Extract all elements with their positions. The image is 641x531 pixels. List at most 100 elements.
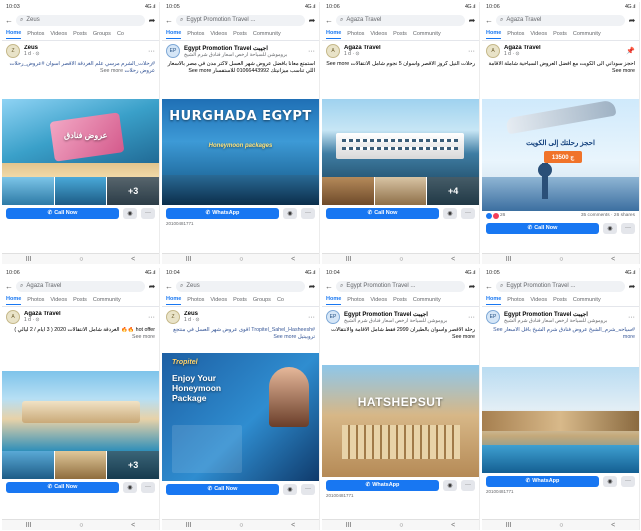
tab-community[interactable]: Co xyxy=(277,297,284,303)
avatar[interactable]: A xyxy=(326,44,340,58)
back-icon[interactable]: < xyxy=(131,256,135,263)
thumbnail[interactable] xyxy=(322,177,374,205)
tab-videos[interactable]: Videos xyxy=(530,297,547,303)
back-icon[interactable]: < xyxy=(611,256,615,263)
search-input[interactable]: ⌕ Egypt Promotion Travel ... xyxy=(496,280,625,292)
whatsapp-button[interactable]: ✆ WhatsApp xyxy=(486,475,599,487)
home-icon[interactable]: ○ xyxy=(79,256,83,263)
tab-community[interactable]: Community xyxy=(253,31,281,37)
avatar[interactable]: EP xyxy=(326,310,340,324)
tab-home[interactable]: Home xyxy=(166,296,182,305)
tab-home[interactable]: Home xyxy=(326,296,342,305)
recent-apps-icon[interactable]: III xyxy=(186,256,192,263)
tab-posts[interactable]: Posts xyxy=(73,31,87,37)
post-image[interactable] xyxy=(322,99,479,177)
thumbnail[interactable] xyxy=(54,451,107,479)
back-icon[interactable]: < xyxy=(291,256,295,263)
post-image[interactable]: HURGHADA EGYPT Honeymoon packages xyxy=(162,99,319,205)
post-image[interactable]: HATSHEPSUT xyxy=(322,365,479,477)
call-now-button[interactable]: ✆ Call Now xyxy=(6,207,119,219)
search-input[interactable]: ⌕ Zeus xyxy=(16,14,145,26)
more-button[interactable]: ··· xyxy=(301,207,315,219)
more-options-icon[interactable]: ··· xyxy=(148,314,155,321)
back-icon[interactable]: < xyxy=(131,522,135,529)
back-icon[interactable]: < xyxy=(611,522,615,529)
see-more-link[interactable]: See more xyxy=(100,68,123,74)
tab-posts[interactable]: Posts xyxy=(73,297,87,303)
home-icon[interactable]: ○ xyxy=(559,522,563,529)
tab-community[interactable]: Community xyxy=(573,297,601,303)
comments-shares-count[interactable]: 35 comments · 26 shares xyxy=(581,213,635,218)
more-options-icon[interactable]: ··· xyxy=(308,48,315,55)
tab-home[interactable]: Home xyxy=(326,30,342,39)
share-icon[interactable]: ➦ xyxy=(468,16,476,25)
whatsapp-button[interactable]: ✆ WhatsApp xyxy=(326,479,439,491)
more-options-icon[interactable]: ··· xyxy=(628,314,635,321)
tab-photos[interactable]: Photos xyxy=(187,31,204,37)
recent-apps-icon[interactable]: III xyxy=(26,522,32,529)
thumbnail[interactable] xyxy=(54,177,107,205)
search-input[interactable]: ⌕ Agaza Travel xyxy=(336,14,465,26)
back-arrow-icon[interactable]: ← xyxy=(165,282,173,291)
tab-home[interactable]: Home xyxy=(166,30,182,39)
page-name[interactable]: Egypt Promotion Travel اجيبت xyxy=(504,311,624,318)
back-icon[interactable]: < xyxy=(451,256,455,263)
more-button[interactable]: ··· xyxy=(141,207,155,219)
tab-posts[interactable]: Posts xyxy=(233,31,247,37)
avatar[interactable]: A xyxy=(6,310,20,324)
more-button[interactable]: ··· xyxy=(301,483,315,495)
more-button[interactable]: ··· xyxy=(621,475,635,487)
home-icon[interactable]: ○ xyxy=(239,522,243,529)
back-arrow-icon[interactable]: ← xyxy=(5,16,13,25)
more-button[interactable]: ··· xyxy=(141,481,155,493)
home-icon[interactable]: ○ xyxy=(399,256,403,263)
more-photos-count[interactable]: +3 xyxy=(107,451,159,479)
see-more-link[interactable]: See more xyxy=(132,334,155,340)
tab-videos[interactable]: Videos xyxy=(370,297,387,303)
post-image[interactable] xyxy=(482,367,639,473)
thumbnail[interactable] xyxy=(2,451,54,479)
tab-home[interactable]: Home xyxy=(6,30,22,39)
tab-community[interactable]: Community xyxy=(93,297,121,303)
tab-home[interactable]: Home xyxy=(6,296,22,305)
share-icon[interactable]: ➦ xyxy=(628,282,636,291)
share-icon[interactable]: ➦ xyxy=(148,282,156,291)
avatar[interactable]: EP xyxy=(166,44,180,58)
home-icon[interactable]: ○ xyxy=(239,256,243,263)
tab-home[interactable]: Home xyxy=(486,30,502,39)
home-icon[interactable]: ○ xyxy=(399,522,403,529)
share-icon[interactable]: ➦ xyxy=(628,16,636,25)
tab-videos[interactable]: Videos xyxy=(370,31,387,37)
more-button[interactable]: ··· xyxy=(461,479,475,491)
more-options-icon[interactable]: ··· xyxy=(468,314,475,321)
more-photos-count[interactable]: +3 xyxy=(107,177,159,205)
more-button[interactable]: ··· xyxy=(461,207,475,219)
share-icon[interactable]: ➦ xyxy=(308,282,316,291)
thumbnail[interactable]: +4 xyxy=(427,177,479,205)
share-icon[interactable]: ➦ xyxy=(468,282,476,291)
call-now-button[interactable]: ✆ Call Now xyxy=(6,481,119,493)
tab-community[interactable]: Community xyxy=(413,31,441,37)
tab-posts[interactable]: Posts xyxy=(393,31,407,37)
tab-posts[interactable]: Posts xyxy=(553,31,567,37)
back-arrow-icon[interactable]: ← xyxy=(325,16,333,25)
thumbnail[interactable]: +3 xyxy=(107,451,159,479)
tab-videos[interactable]: Videos xyxy=(530,31,547,37)
messenger-button[interactable]: ◉ xyxy=(283,483,297,495)
tab-videos[interactable]: Videos xyxy=(210,297,227,303)
back-icon[interactable]: < xyxy=(291,522,295,529)
tab-videos[interactable]: Videos xyxy=(50,297,67,303)
tab-groups[interactable]: Groups xyxy=(93,31,111,37)
avatar[interactable]: Z xyxy=(6,44,20,58)
search-input[interactable]: ⌕ Egypt Promotion Travel ... xyxy=(176,14,305,26)
share-icon[interactable]: ➦ xyxy=(308,16,316,25)
thumbnail[interactable] xyxy=(2,177,54,205)
more-button[interactable]: ··· xyxy=(621,222,635,234)
search-input[interactable]: ⌕ Agaza Travel xyxy=(16,280,145,292)
messenger-button[interactable]: ◉ xyxy=(123,481,137,493)
pin-icon[interactable]: 📌 xyxy=(626,47,635,55)
home-icon[interactable]: ○ xyxy=(79,522,83,529)
page-name[interactable]: Egypt Promotion Travel اجيبت xyxy=(344,311,464,318)
whatsapp-button[interactable]: ✆ WhatsApp xyxy=(166,207,279,219)
tab-community[interactable]: Community xyxy=(573,31,601,37)
